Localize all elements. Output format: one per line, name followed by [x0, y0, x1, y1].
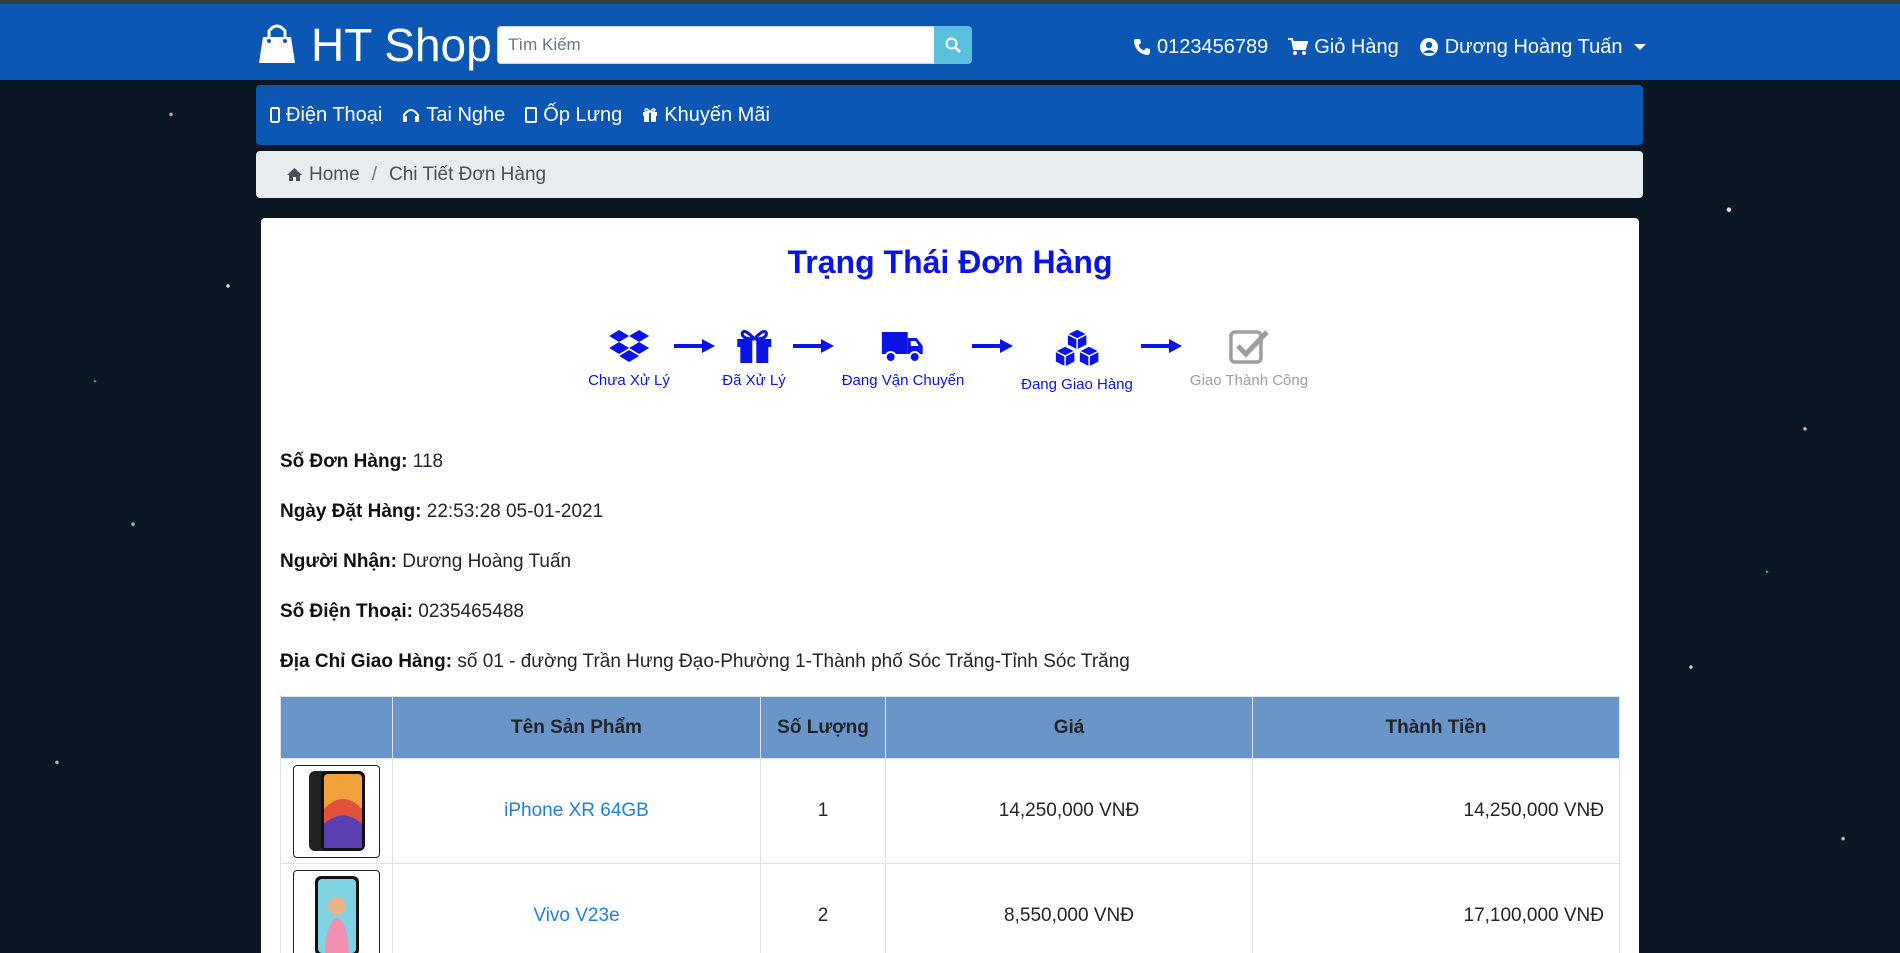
top-navbar: HT Shop 0123456789 Giỏ Hàng [0, 0, 1900, 80]
status-title: Trạng Thái Đơn Hàng [787, 244, 1113, 280]
order-date-label: Ngày Đặt Hàng: [280, 501, 422, 522]
status-step-giao-thanh-cong: Giao Thành Công [1190, 328, 1308, 389]
step-label: Đang Vận Chuyển [841, 372, 965, 389]
phone-label: Số Điện Thoại: [280, 601, 413, 622]
case-icon [525, 107, 538, 123]
status-step-chua-xu-ly: Chưa Xử Lý [588, 328, 670, 389]
order-detail-card: Trạng Thái Đơn Hàng Chưa Xử Lý Đã Xử Lý … [261, 218, 1639, 953]
column-header-quantity: Số Lượng [760, 696, 886, 759]
truck-icon [882, 332, 923, 363]
table-header-row: Tên Sản Phẩm Số Lượng Giá Thành Tiền [280, 696, 1620, 759]
product-name-cell: Vivo V23e [392, 863, 761, 953]
phone-link[interactable]: 0123456789 [1133, 36, 1268, 59]
order-number-value: 118 [412, 451, 444, 472]
mobile-icon [270, 107, 280, 123]
arrow-right-icon [674, 339, 715, 353]
column-header-price: Giá [885, 696, 1253, 759]
gift-icon [643, 108, 658, 122]
order-status-steps: Chưa Xử Lý Đã Xử Lý Đang Vận Chuyển Đang… [261, 328, 1639, 408]
product-link[interactable]: Vivo V23e [533, 905, 619, 926]
nav-item-khuyen-mai[interactable]: Khuyến Mãi [642, 104, 770, 127]
status-step-dang-van-chuyen: Đang Vận Chuyển [841, 328, 965, 389]
user-circle-icon [1419, 38, 1438, 56]
cart-link[interactable]: Giỏ Hàng [1288, 36, 1399, 59]
address-row: Địa Chỉ Giao Hàng: số 01 - đường Trần Hư… [280, 651, 1130, 673]
quantity-cell: 2 [760, 863, 886, 953]
step-label: Chưa Xử Lý [588, 372, 670, 389]
shopping-bag-icon [255, 21, 299, 70]
column-header-total: Thành Tiền [1252, 696, 1620, 759]
user-menu[interactable]: Dương Hoàng Tuấn [1419, 36, 1647, 59]
chevron-down-icon [1634, 44, 1647, 50]
breadcrumb-home[interactable]: Home [286, 164, 360, 186]
nav-item-tai-nghe[interactable]: Tai Nghe [402, 104, 505, 127]
arrow-right-icon [793, 339, 834, 353]
nav-item-dien-thoai[interactable]: Điện Thoại [270, 104, 382, 127]
dropbox-icon [608, 330, 649, 362]
total-cell: 14,250,000 VNĐ [1252, 758, 1620, 864]
arrow-right-icon [1141, 339, 1182, 353]
phone-value: 0235465488 [418, 601, 524, 622]
breadcrumb-current: Chi Tiết Đơn Hàng [388, 163, 547, 185]
brand-logo[interactable]: HT Shop [255, 19, 492, 71]
recipient-value: Dương Hoàng Tuấn [402, 551, 572, 572]
nav-item-op-lung[interactable]: Ốp Lưng [525, 104, 622, 127]
search-button[interactable] [934, 26, 972, 64]
breadcrumb-separator: / [371, 163, 377, 185]
price-cell: 8,550,000 VNĐ [885, 863, 1253, 953]
total-cell: 17,100,000 VNĐ [1252, 863, 1620, 953]
address-label: Địa Chỉ Giao Hàng: [280, 651, 453, 672]
nav-item-label: Tai Nghe [426, 103, 506, 126]
check-square-icon [1229, 330, 1269, 364]
step-label: Đang Giao Hàng [1021, 376, 1133, 393]
search-bar [497, 26, 972, 64]
table-row: Vivo V23e 2 8,550,000 VNĐ 17,100,000 VNĐ [280, 863, 1620, 953]
recipient-row: Người Nhận: Dương Hoàng Tuấn [280, 551, 571, 573]
nav-item-label: Khuyến Mãi [664, 103, 770, 126]
search-icon [945, 37, 961, 53]
order-date-value: 22:53:28 05-01-2021 [426, 501, 604, 522]
product-image[interactable] [293, 869, 380, 953]
status-step-dang-giao-hang: Đang Giao Hàng [1021, 328, 1133, 393]
product-image[interactable] [293, 764, 380, 858]
product-link[interactable]: iPhone XR 64GB [504, 800, 649, 821]
nav-item-label: Ốp Lưng [543, 103, 623, 126]
cubes-icon [1054, 328, 1100, 368]
address-value: số 01 - đường Trần Hưng Đạo-Phường 1-Thà… [457, 651, 1130, 672]
header-links: 0123456789 Giỏ Hàng Dương Hoàng Tuấn [1133, 30, 1647, 64]
phone-row: Số Điện Thoại: 0235465488 [280, 601, 524, 623]
order-number-row: Số Đơn Hàng: 118 [280, 451, 443, 473]
phone-icon [1134, 39, 1150, 55]
breadcrumb-home-label: Home [309, 163, 360, 185]
order-items-table: Tên Sản Phẩm Số Lượng Giá Thành Tiền iPh… [280, 696, 1620, 953]
headphones-icon [403, 109, 420, 122]
arrow-right-icon [972, 339, 1013, 353]
home-icon [287, 168, 302, 181]
product-image-cell [280, 863, 393, 953]
table-row: iPhone XR 64GB 1 14,250,000 VNĐ 14,250,0… [280, 758, 1620, 864]
nav-item-label: Điện Thoại [286, 103, 383, 126]
product-name-cell: iPhone XR 64GB [392, 758, 761, 864]
recipient-label: Người Nhận: [280, 551, 397, 572]
column-header-image [280, 696, 393, 759]
status-step-da-xu-ly: Đã Xử Lý [722, 328, 786, 389]
category-nav: Điện Thoại Tai Nghe Ốp Lưng Khuyến Mãi [256, 85, 1643, 145]
breadcrumb: Home / Chi Tiết Đơn Hàng [256, 151, 1643, 198]
phone-number: 0123456789 [1157, 35, 1269, 58]
search-input[interactable] [497, 26, 934, 64]
user-name: Dương Hoàng Tuấn [1444, 35, 1623, 58]
cart-icon [1288, 38, 1309, 55]
brand-title: HT Shop [311, 19, 492, 71]
product-image-cell [280, 758, 393, 864]
cart-label: Giỏ Hàng [1314, 35, 1399, 58]
price-cell: 14,250,000 VNĐ [885, 758, 1253, 864]
step-label: Đã Xử Lý [722, 372, 786, 389]
order-number-label: Số Đơn Hàng: [280, 451, 408, 472]
quantity-cell: 1 [760, 758, 886, 864]
column-header-product: Tên Sản Phẩm [392, 696, 761, 759]
step-label: Giao Thành Công [1189, 372, 1309, 389]
order-date-row: Ngày Đặt Hàng: 22:53:28 05-01-2021 [280, 501, 603, 523]
gift-icon [737, 330, 771, 363]
